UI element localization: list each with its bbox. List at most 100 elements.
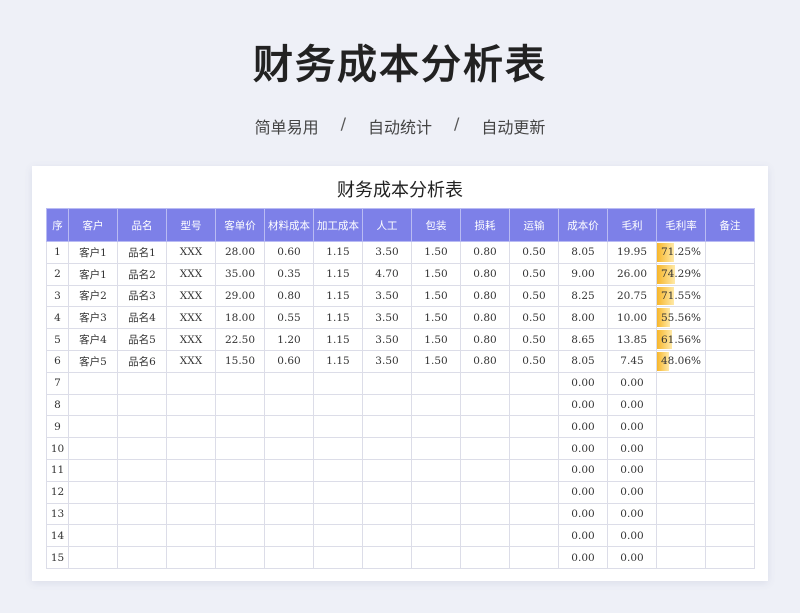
loss-cell[interactable]: 0.80: [460, 241, 510, 264]
model-cell[interactable]: [166, 524, 216, 548]
note-cell[interactable]: [705, 241, 755, 264]
note-cell[interactable]: [705, 524, 755, 548]
material-cost-cell[interactable]: 0.35: [264, 262, 314, 286]
gross-profit-cell[interactable]: 0.00: [607, 480, 657, 504]
row-number-cell[interactable]: 2: [46, 262, 69, 286]
packaging-cell[interactable]: [411, 437, 461, 460]
transport-cell[interactable]: 0.50: [509, 328, 559, 351]
loss-cell[interactable]: 0.80: [460, 328, 510, 351]
labor-cell[interactable]: 3.50: [362, 241, 412, 264]
cost-price-cell[interactable]: 0.00: [558, 437, 608, 460]
loss-cell[interactable]: [460, 546, 510, 569]
transport-cell[interactable]: [509, 524, 559, 548]
row-number-cell[interactable]: 6: [46, 349, 69, 373]
profit-rate-cell[interactable]: [656, 415, 706, 439]
packaging-cell[interactable]: 1.50: [411, 284, 461, 308]
model-cell[interactable]: [166, 415, 216, 439]
profit-rate-cell[interactable]: [656, 480, 706, 504]
packaging-cell[interactable]: 1.50: [411, 328, 461, 351]
processing-cost-cell[interactable]: 1.15: [313, 241, 363, 264]
labor-cell[interactable]: [362, 546, 412, 569]
labor-cell[interactable]: [362, 371, 412, 395]
unit-price-cell[interactable]: 29.00: [215, 284, 265, 308]
product-cell[interactable]: 品名2: [117, 262, 167, 286]
row-number-cell[interactable]: 3: [46, 284, 69, 308]
processing-cost-cell[interactable]: 1.15: [313, 306, 363, 330]
unit-price-cell[interactable]: [215, 480, 265, 504]
header-cell[interactable]: 型号: [166, 208, 216, 242]
customer-cell[interactable]: [68, 524, 118, 548]
profit-rate-cell[interactable]: 61.56%: [656, 328, 706, 351]
transport-cell[interactable]: [509, 480, 559, 504]
material-cost-cell[interactable]: [264, 415, 314, 439]
material-cost-cell[interactable]: 0.55: [264, 306, 314, 330]
material-cost-cell[interactable]: [264, 458, 314, 482]
material-cost-cell[interactable]: 1.20: [264, 328, 314, 351]
processing-cost-cell[interactable]: 1.15: [313, 349, 363, 373]
cost-price-cell[interactable]: 0.00: [558, 415, 608, 439]
cost-price-cell[interactable]: 0.00: [558, 502, 608, 526]
model-cell[interactable]: [166, 546, 216, 569]
labor-cell[interactable]: 3.50: [362, 284, 412, 308]
material-cost-cell[interactable]: [264, 502, 314, 526]
packaging-cell[interactable]: [411, 502, 461, 526]
model-cell[interactable]: [166, 393, 216, 417]
loss-cell[interactable]: [460, 437, 510, 460]
profit-rate-cell[interactable]: [656, 437, 706, 460]
processing-cost-cell[interactable]: [313, 546, 363, 569]
material-cost-cell[interactable]: [264, 437, 314, 460]
product-cell[interactable]: [117, 546, 167, 569]
cost-price-cell[interactable]: 0.00: [558, 524, 608, 548]
customer-cell[interactable]: 客户1: [68, 262, 118, 286]
note-cell[interactable]: [705, 415, 755, 439]
transport-cell[interactable]: 0.50: [509, 262, 559, 286]
cost-price-cell[interactable]: 9.00: [558, 262, 608, 286]
packaging-cell[interactable]: [411, 524, 461, 548]
note-cell[interactable]: [705, 458, 755, 482]
unit-price-cell[interactable]: 15.50: [215, 349, 265, 373]
material-cost-cell[interactable]: [264, 546, 314, 569]
profit-rate-cell[interactable]: 74.29%: [656, 262, 706, 286]
packaging-cell[interactable]: [411, 458, 461, 482]
row-number-cell[interactable]: 13: [46, 502, 69, 526]
customer-cell[interactable]: [68, 371, 118, 395]
processing-cost-cell[interactable]: [313, 480, 363, 504]
note-cell[interactable]: [705, 284, 755, 308]
material-cost-cell[interactable]: [264, 480, 314, 504]
profit-rate-cell[interactable]: [656, 502, 706, 526]
gross-profit-cell[interactable]: 10.00: [607, 306, 657, 330]
header-cell[interactable]: 品名: [117, 208, 167, 242]
row-number-cell[interactable]: 5: [46, 328, 69, 351]
product-cell[interactable]: 品名4: [117, 306, 167, 330]
gross-profit-cell[interactable]: 7.45: [607, 349, 657, 373]
packaging-cell[interactable]: [411, 415, 461, 439]
gross-profit-cell[interactable]: 0.00: [607, 524, 657, 548]
row-number-cell[interactable]: 10: [46, 437, 69, 460]
unit-price-cell[interactable]: [215, 458, 265, 482]
packaging-cell[interactable]: 1.50: [411, 349, 461, 373]
processing-cost-cell[interactable]: [313, 458, 363, 482]
customer-cell[interactable]: [68, 393, 118, 417]
product-cell[interactable]: [117, 480, 167, 504]
row-number-cell[interactable]: 8: [46, 393, 69, 417]
material-cost-cell[interactable]: 0.60: [264, 241, 314, 264]
loss-cell[interactable]: [460, 502, 510, 526]
product-cell[interactable]: 品名1: [117, 241, 167, 264]
row-number-cell[interactable]: 4: [46, 306, 69, 330]
unit-price-cell[interactable]: [215, 437, 265, 460]
packaging-cell[interactable]: [411, 480, 461, 504]
customer-cell[interactable]: [68, 546, 118, 569]
product-cell[interactable]: 品名3: [117, 284, 167, 308]
transport-cell[interactable]: 0.50: [509, 284, 559, 308]
header-cell[interactable]: 客户: [68, 208, 118, 242]
gross-profit-cell[interactable]: 20.75: [607, 284, 657, 308]
model-cell[interactable]: XXX: [166, 284, 216, 308]
header-cell[interactable]: 运输: [509, 208, 559, 242]
customer-cell[interactable]: 客户1: [68, 241, 118, 264]
loss-cell[interactable]: 0.80: [460, 262, 510, 286]
profit-rate-cell[interactable]: 71.55%: [656, 284, 706, 308]
model-cell[interactable]: [166, 458, 216, 482]
profit-rate-cell[interactable]: 48.06%: [656, 349, 706, 373]
packaging-cell[interactable]: 1.50: [411, 241, 461, 264]
gross-profit-cell[interactable]: 0.00: [607, 371, 657, 395]
